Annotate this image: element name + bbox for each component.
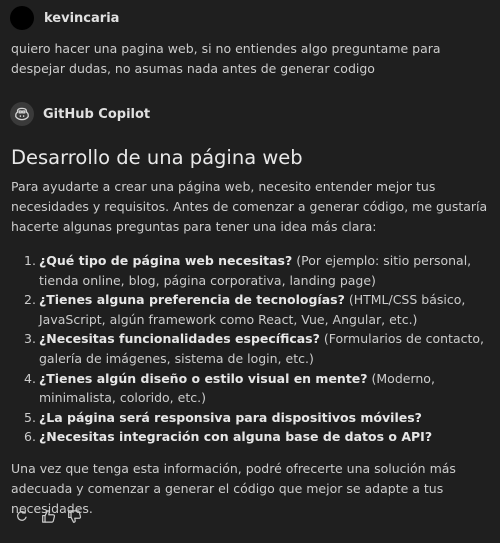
question-number: 5. [24,409,36,425]
thumbs-down-icon [67,509,81,523]
question-number: 6. [24,429,36,445]
user-message: quiero hacer una pagina web, si no entie… [11,41,441,76]
question-number: 1. [24,253,36,268]
response-title: Desarrollo de una página web [11,146,303,169]
assistant-header: GitHub Copilot [10,102,150,126]
retry-icon [17,509,27,521]
question-item: 4. ¿Tienes algún diseño o estilo visual e… [11,369,495,408]
question-title: ¿Necesitas funcionalidades específicas? [39,331,320,347]
user-avatar [10,6,34,30]
user-name: kevincaria [44,10,120,26]
question-title: ¿Tienes alguna preferencia de tecnología… [39,292,345,308]
assistant-name: GitHub Copilot [43,106,151,122]
question-title: ¿Qué tipo de página web necesitas? [39,253,293,268]
thumbs-up-icon [41,509,55,523]
user-header: kevincaria [10,6,119,30]
question-item: 3. ¿Necesitas funcionalidades específicas… [11,329,495,368]
response-actions [13,507,91,525]
question-number: 2. [24,292,36,308]
retry-button[interactable] [13,507,31,525]
question-number: 3. [24,331,36,347]
question-title: ¿Necesitas integración con alguna base d… [39,429,433,445]
question-item: 2. ¿Tienes alguna preferencia de tecnolog… [11,290,495,329]
question-item: 6. ¿Necesitas integración con alguna base… [11,427,495,447]
question-title: ¿La página será responsiva para disposit… [39,409,422,425]
question-number: 4. [24,370,36,386]
questions-list: 1. ¿Qué tipo de página web necesitas? (Po… [11,251,495,447]
question-title: ¿Tienes algún diseño o estilo visual en … [39,370,368,386]
thumbs-up-button[interactable] [39,507,57,525]
copilot-icon [10,102,34,126]
response-intro: Para ayudarte a crear una página web, ne… [11,179,488,234]
question-item: 1. ¿Qué tipo de página web necesitas? (Po… [11,251,495,290]
thumbs-down-button[interactable] [65,507,83,525]
question-item: 5. ¿La página será responsiva para dispos… [11,408,495,428]
